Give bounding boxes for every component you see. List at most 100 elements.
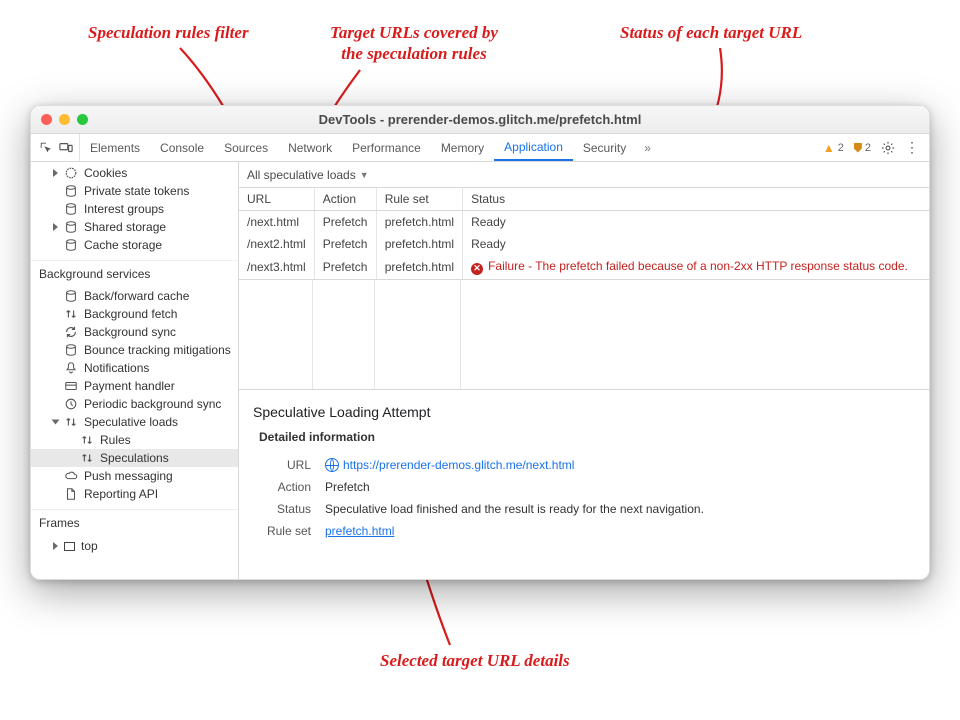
window-minimize-button[interactable] <box>59 114 70 125</box>
speculation-filter-dropdown[interactable]: All speculative loads ▼ <box>239 162 929 188</box>
table-cell: prefetch.html <box>376 255 462 279</box>
settings-icon[interactable] <box>881 141 895 155</box>
sync-icon <box>64 325 78 339</box>
table-cell-status: ✕Failure - The prefetch failed because o… <box>463 255 929 279</box>
tab-memory[interactable]: Memory <box>431 134 494 161</box>
sidebar-item-notifications[interactable]: Notifications <box>31 359 238 377</box>
warning-icon: ▲ <box>823 141 835 155</box>
tab-elements[interactable]: Elements <box>80 134 150 161</box>
speculations-table: URLActionRule setStatus /next.htmlPrefet… <box>239 188 929 280</box>
sidebar-item-label: Interest groups <box>84 202 164 216</box>
annotation-urls: Target URLs covered by the speculation r… <box>330 22 498 65</box>
inspect-icon[interactable] <box>39 141 53 155</box>
tab-application[interactable]: Application <box>494 134 573 161</box>
annotation-filter: Speculation rules filter <box>88 22 249 43</box>
tab-sources[interactable]: Sources <box>214 134 278 161</box>
table-cell: /next2.html <box>239 233 314 255</box>
sidebar-item-interest-groups[interactable]: Interest groups <box>31 200 238 218</box>
detail-heading: Speculative Loading Attempt <box>253 404 915 420</box>
kebab-menu-icon[interactable]: ⋮ <box>905 139 919 156</box>
sidebar-item-label: Cookies <box>84 166 127 180</box>
sidebar-item-label: Notifications <box>84 361 149 375</box>
table-row[interactable]: /next.htmlPrefetchprefetch.htmlReady <box>239 211 929 234</box>
sidebar-item-rules[interactable]: Rules <box>31 431 238 449</box>
chevron-down-icon: ▼ <box>360 170 369 180</box>
detail-status-value: Speculative load finished and the result… <box>325 502 704 516</box>
table-header-url[interactable]: URL <box>239 188 314 211</box>
sidebar-item-periodic-background-sync[interactable]: Periodic background sync <box>31 395 238 413</box>
table-empty-area <box>239 280 929 390</box>
sidebar-item-frame-top[interactable]: top <box>31 536 238 556</box>
tabs-overflow-button[interactable]: » <box>636 134 659 161</box>
sidebar-item-label: Reporting API <box>84 487 158 501</box>
window-zoom-button[interactable] <box>77 114 88 125</box>
sidebar-item-label: Background fetch <box>84 307 177 321</box>
sidebar-item-push-messaging[interactable]: Push messaging <box>31 467 238 485</box>
window-title: DevTools - prerender-demos.glitch.me/pre… <box>31 112 929 127</box>
window-titlebar: DevTools - prerender-demos.glitch.me/pre… <box>31 106 929 134</box>
table-header-action[interactable]: Action <box>314 188 376 211</box>
sidebar-item-label: Back/forward cache <box>84 289 189 303</box>
sidebar-item-background-sync[interactable]: Background sync <box>31 323 238 341</box>
window-close-button[interactable] <box>41 114 52 125</box>
sidebar-item-reporting-api[interactable]: Reporting API <box>31 485 238 503</box>
table-cell: prefetch.html <box>376 211 462 234</box>
issues-number: 2 <box>865 142 871 154</box>
sidebar-item-shared-storage[interactable]: Shared storage <box>31 218 238 236</box>
detail-action-label: Action <box>259 480 311 494</box>
table-cell: Prefetch <box>314 211 376 234</box>
sidebar-item-cookies[interactable]: Cookies <box>31 164 238 182</box>
detail-action-value: Prefetch <box>325 480 370 494</box>
globe-icon <box>325 458 339 472</box>
issues-count[interactable]: 2 <box>854 142 871 154</box>
table-cell: prefetch.html <box>376 233 462 255</box>
sidebar-item-label: Payment handler <box>84 379 175 393</box>
sidebar-item-background-fetch[interactable]: Background fetch <box>31 305 238 323</box>
updown-icon <box>64 307 78 321</box>
tab-network[interactable]: Network <box>278 134 342 161</box>
db-icon <box>64 238 78 252</box>
annotation-details: Selected target URL details <box>380 650 570 671</box>
sidebar-item-label: Private state tokens <box>84 184 189 198</box>
warnings-count[interactable]: ▲2 <box>823 141 844 155</box>
error-icon: ✕ <box>471 263 483 275</box>
sidebar-item-speculative-loads[interactable]: Speculative loads <box>31 413 238 431</box>
updown-icon <box>80 433 94 447</box>
table-header-status[interactable]: Status <box>463 188 929 211</box>
sidebar-item-payment-handler[interactable]: Payment handler <box>31 377 238 395</box>
table-cell: Prefetch <box>314 233 376 255</box>
tab-console[interactable]: Console <box>150 134 214 161</box>
card-icon <box>64 379 78 393</box>
table-cell-status: Ready <box>463 233 929 255</box>
bell-icon <box>64 361 78 375</box>
tab-performance[interactable]: Performance <box>342 134 431 161</box>
file-icon <box>64 487 78 501</box>
sidebar-item-label: top <box>81 539 98 553</box>
updown-icon <box>64 415 78 429</box>
annotation-status: Status of each target URL <box>620 22 802 43</box>
updown-icon <box>80 451 94 465</box>
issue-icon <box>854 143 862 153</box>
detail-url-link[interactable]: https://prerender-demos.glitch.me/next.h… <box>343 458 574 472</box>
main-panel: All speculative loads ▼ URLActionRule se… <box>239 162 929 579</box>
detail-url-label: URL <box>259 458 311 472</box>
cloud-icon <box>64 469 78 483</box>
table-header-rule-set[interactable]: Rule set <box>376 188 462 211</box>
table-row[interactable]: /next2.htmlPrefetchprefetch.htmlReady <box>239 233 929 255</box>
detail-ruleset-link[interactable]: prefetch.html <box>325 524 394 538</box>
detail-ruleset-label: Rule set <box>259 524 311 538</box>
sidebar-item-bounce-tracking-mitigations[interactable]: Bounce tracking mitigations <box>31 341 238 359</box>
devtools-window: DevTools - prerender-demos.glitch.me/pre… <box>30 105 930 580</box>
sidebar-item-cache-storage[interactable]: Cache storage <box>31 236 238 254</box>
tab-security[interactable]: Security <box>573 134 636 161</box>
table-row[interactable]: /next3.htmlPrefetchprefetch.html✕Failure… <box>239 255 929 279</box>
sidebar-item-label: Cache storage <box>84 238 162 252</box>
db-icon <box>64 202 78 216</box>
sidebar-item-speculations[interactable]: Speculations <box>31 449 238 467</box>
sidebar-item-label: Shared storage <box>84 220 166 234</box>
sidebar-item-label: Periodic background sync <box>84 397 221 411</box>
sidebar-item-back-forward-cache[interactable]: Back/forward cache <box>31 287 238 305</box>
sidebar-item-label: Bounce tracking mitigations <box>84 343 231 357</box>
sidebar-item-private-state-tokens[interactable]: Private state tokens <box>31 182 238 200</box>
device-toggle-icon[interactable] <box>59 141 73 155</box>
